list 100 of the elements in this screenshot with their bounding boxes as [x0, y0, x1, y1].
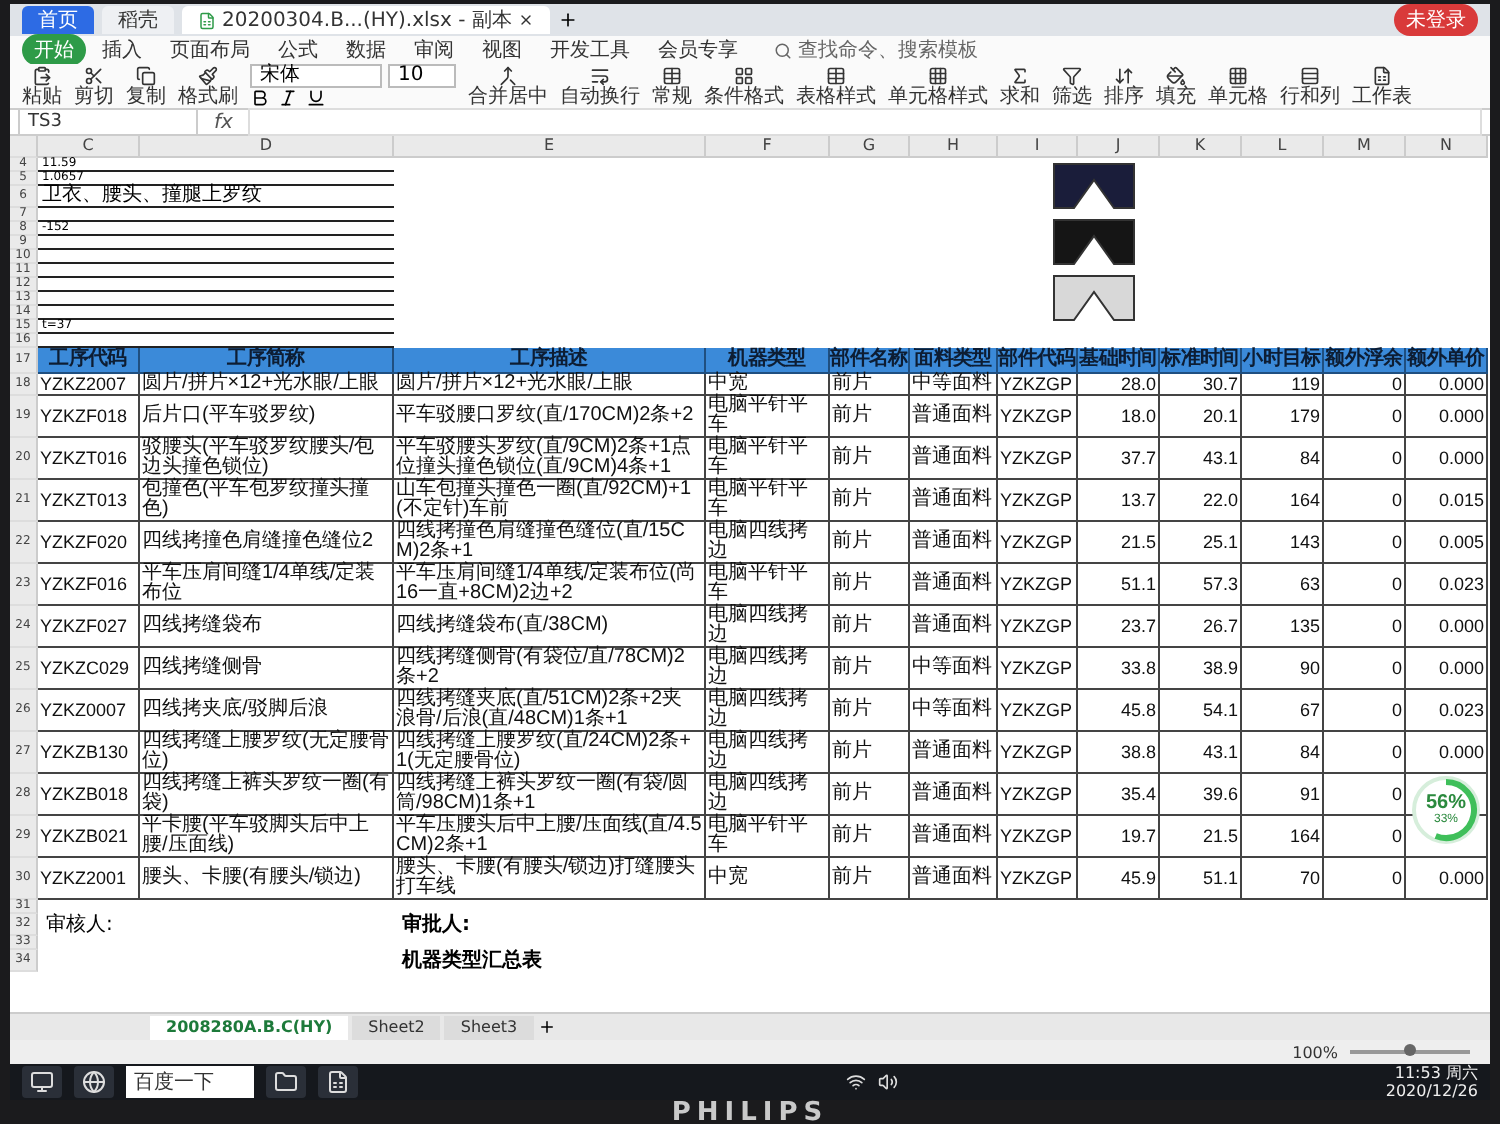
- table-cell: 平卡腰(平车驳脚头后中上腰/压面线): [140, 816, 394, 858]
- table-cell: 43.1: [1160, 438, 1242, 480]
- toolbar-button[interactable]: 剪切: [74, 65, 114, 107]
- table-cell: 四线拷夹底/驳脚后浪: [140, 690, 394, 732]
- menu-tab[interactable]: 视图: [470, 34, 534, 66]
- table-cell: YZKZ2007: [38, 374, 140, 396]
- table-cell: 0.023: [1406, 564, 1488, 606]
- toolbar-button[interactable]: 常规: [652, 65, 692, 107]
- table-cell: 四线拷缝上裤头罗纹一圈(有袋/圆筒/98CM)1条+1: [394, 774, 706, 816]
- column-header: F: [706, 136, 830, 158]
- cell-text: 机器类型汇总表: [399, 950, 544, 972]
- table-cell: 前片: [830, 816, 910, 858]
- name-box[interactable]: TS3: [18, 108, 198, 136]
- table-cell: YZKZGP: [998, 438, 1078, 480]
- toolbar-button[interactable]: 复制: [126, 65, 166, 107]
- toolbar-button[interactable]: 行和列: [1280, 65, 1340, 107]
- toolbar-button[interactable]: 粘贴: [22, 65, 62, 107]
- table-cell: YZKZGP: [998, 648, 1078, 690]
- table-cell: YZKZGP: [998, 858, 1078, 900]
- table-cell: 91: [1242, 774, 1324, 816]
- table-cell: 0: [1324, 816, 1406, 858]
- login-badge[interactable]: 未登录: [1394, 4, 1478, 36]
- menu-tab[interactable]: 插入: [90, 34, 154, 66]
- menu-tab[interactable]: 审阅: [402, 34, 466, 66]
- sheet-tab[interactable]: Sheet2: [352, 1015, 441, 1039]
- table-cell: YZKZB018: [38, 774, 140, 816]
- column-header: G: [830, 136, 910, 158]
- font-name-field[interactable]: 宋体: [250, 64, 382, 88]
- table-cell: YZKZGP: [998, 816, 1078, 858]
- toolbar-button[interactable]: 排序: [1104, 65, 1144, 107]
- toolbar-button[interactable]: 单元格: [1208, 65, 1268, 107]
- toolbar-button[interactable]: 填充: [1156, 65, 1196, 107]
- table-cell: 圆片/拼片×12+光水眼/上眼: [140, 374, 394, 396]
- table-cell: 164: [1242, 816, 1324, 858]
- table-cell: 平车驳腰头罗纹(直/9CM)2条+1点位撞头撞色锁位(直/9CM)4条+1: [394, 438, 706, 480]
- document-tab[interactable]: 稻壳: [102, 6, 174, 34]
- table-cell: 38.9: [1160, 648, 1242, 690]
- table-cell: 前片: [830, 396, 910, 438]
- table-cell: 平车压肩间缝1/4单线/定装布位: [140, 564, 394, 606]
- toolbar-button[interactable]: 单元格样式: [888, 65, 988, 107]
- table-cell: YZKZF027: [38, 606, 140, 648]
- table-cell: YZKZB021: [38, 816, 140, 858]
- table-cell: 腰头、卡腰(有腰头/锁边)打缝腰头打车线: [394, 858, 706, 900]
- table-cell: 前片: [830, 480, 910, 522]
- table-cell: 四线拷缝夹底(直/51CM)2条+2夹浪骨/后浪(直/48CM)1条+1: [394, 690, 706, 732]
- table-cell: 电脑平针平车: [706, 816, 830, 858]
- table-cell: 54.1: [1160, 690, 1242, 732]
- table-cell: 四线拷撞色肩缝撞色缝位(直/15CM)2条+1: [394, 522, 706, 564]
- table-cell: YZKZGP: [998, 374, 1078, 396]
- document-tab[interactable]: 20200304.B...(HY).xlsx - 副本: [182, 6, 550, 34]
- table-cell: 四线拷缝上裤头罗纹一圈(有袋): [140, 774, 394, 816]
- table-cell: 51.1: [1160, 858, 1242, 900]
- search-field[interactable]: 百度一下: [126, 1066, 254, 1098]
- sheet-tab[interactable]: 2008280A.B.C(HY): [150, 1015, 349, 1039]
- toolbar-button[interactable]: 工作表: [1352, 65, 1412, 107]
- sheet-tab[interactable]: Sheet3: [444, 1015, 534, 1039]
- menu-tab[interactable]: 数据: [334, 34, 398, 66]
- table-cell: 30.7: [1160, 374, 1242, 396]
- menu-tab[interactable]: 公式: [266, 34, 330, 66]
- table-cell: YZKZC029: [38, 648, 140, 690]
- document-tab[interactable]: 首页: [22, 6, 94, 34]
- table-cell: 前片: [830, 858, 910, 900]
- table-cell: 0: [1324, 774, 1406, 816]
- table-cell: 前片: [830, 522, 910, 564]
- menu-tab[interactable]: 开始: [22, 34, 86, 66]
- toolbar-button[interactable]: 条件格式: [704, 65, 784, 107]
- font-size-field[interactable]: 10: [388, 64, 456, 88]
- table-cell: 0.000: [1406, 438, 1488, 480]
- toolbar-button[interactable]: 求和: [1000, 65, 1040, 107]
- column-header: M: [1324, 136, 1406, 158]
- command-search[interactable]: 查找命令、搜索模板: [774, 36, 978, 64]
- table-cell: 21.5: [1078, 522, 1160, 564]
- table-cell: 普通面料: [910, 480, 998, 522]
- menu-tab[interactable]: 开发工具: [538, 34, 642, 66]
- table-cell: YZKZGP: [998, 396, 1078, 438]
- menu-tab[interactable]: 页面布局: [158, 34, 262, 66]
- table-cell: 0.023: [1406, 690, 1488, 732]
- toolbar-button[interactable]: 表格样式: [796, 65, 876, 107]
- table-cell: 圆片/拼片×12+光水眼/上眼: [394, 374, 706, 396]
- menu-tab[interactable]: 会员专享: [646, 34, 750, 66]
- table-cell: 0.000: [1406, 648, 1488, 690]
- progress-value: 56%: [1425, 793, 1466, 813]
- column-heading: 额外单价: [1406, 348, 1488, 374]
- table-cell: 135: [1242, 606, 1324, 648]
- clock[interactable]: 11:53 周六 2020/12/26: [1385, 1064, 1478, 1100]
- toolbar-button[interactable]: 合并居中: [468, 65, 548, 107]
- table-cell: 57.3: [1160, 564, 1242, 606]
- table-cell: 前片: [830, 374, 910, 396]
- table-cell: 84: [1242, 732, 1324, 774]
- table-cell: 0: [1324, 648, 1406, 690]
- toolbar-button[interactable]: 筛选: [1052, 65, 1092, 107]
- toolbar-button[interactable]: 自动换行: [560, 65, 640, 107]
- column-header: K: [1160, 136, 1242, 158]
- toolbar-button[interactable]: 格式刷: [178, 65, 238, 107]
- table-cell: 四线拷缝袋布: [140, 606, 394, 648]
- table-cell: YZKZB130: [38, 732, 140, 774]
- table-cell: 45.9: [1078, 858, 1160, 900]
- column-heading: 标准时间: [1160, 348, 1242, 374]
- cell-text: 审核人:: [44, 914, 115, 936]
- table-cell: 前片: [830, 690, 910, 732]
